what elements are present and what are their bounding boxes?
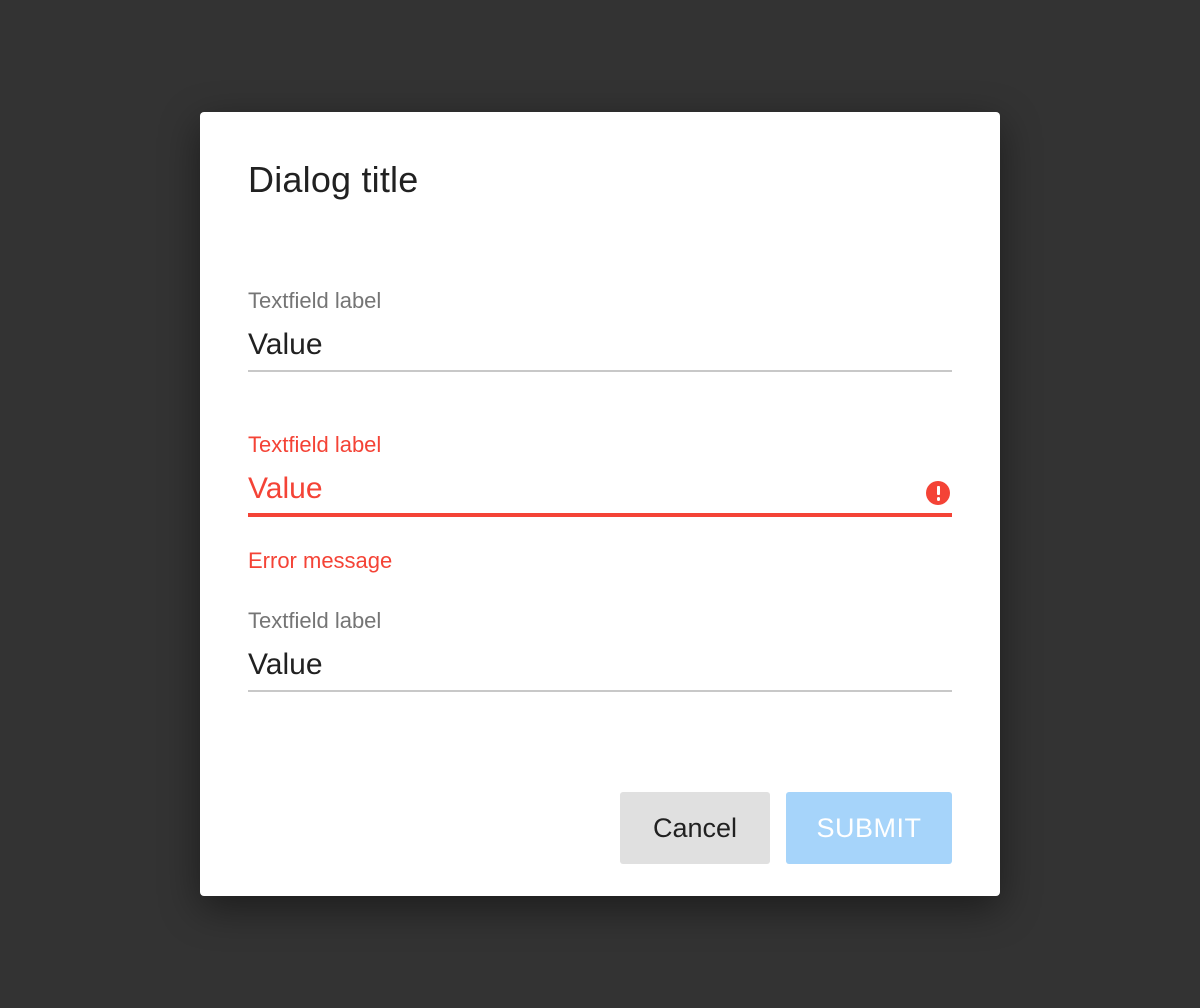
textfield-underline: [248, 513, 952, 517]
error-message: Error message: [248, 548, 393, 573]
error-icon: [926, 481, 950, 505]
textfield-underline: [248, 690, 952, 692]
textfield-value[interactable]: Value: [248, 470, 952, 508]
textfield-label: Textfield label: [248, 432, 382, 457]
submit-button[interactable]: SUBMIT: [786, 792, 952, 864]
textfield-underline: [248, 370, 952, 372]
dialog-title: Dialog title: [248, 159, 419, 200]
dialog: Dialog title Textfield label Value Textf…: [200, 112, 1000, 896]
textfield-label: Textfield label: [248, 608, 382, 633]
textfield-value[interactable]: Value: [248, 646, 952, 684]
cancel-button[interactable]: Cancel: [620, 792, 770, 864]
textfield-label: Textfield label: [248, 288, 382, 313]
textfield-value[interactable]: Value: [248, 326, 952, 364]
